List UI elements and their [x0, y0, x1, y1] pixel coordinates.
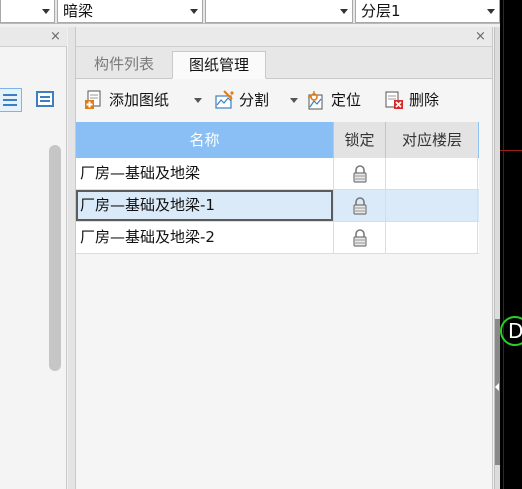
- layer-value: 分层1: [361, 2, 401, 20]
- left-panel-toolbar: [0, 87, 67, 115]
- table-header: 名称 锁定 对应楼层: [76, 122, 479, 158]
- close-icon[interactable]: ×: [475, 30, 486, 43]
- drawing-name-cell[interactable]: 厂房—基础及地梁-1: [76, 190, 333, 221]
- column-header-name[interactable]: 名称: [76, 122, 333, 158]
- canvas-grid-line: [503, 0, 504, 489]
- chevron-down-icon: [340, 9, 348, 14]
- left-panel-scrollbar[interactable]: [49, 145, 61, 371]
- card-view-icon[interactable]: [36, 91, 54, 107]
- split-label: 分割: [239, 91, 270, 109]
- component-subtype-value: 暗梁: [63, 2, 94, 20]
- add-drawing-button[interactable]: 添加图纸: [84, 89, 202, 111]
- component-type-combo[interactable]: [0, 0, 55, 23]
- add-drawing-icon: [85, 90, 101, 109]
- panel-splitter[interactable]: [68, 27, 75, 489]
- locate-label: 定位: [331, 91, 362, 109]
- close-icon[interactable]: ×: [50, 30, 61, 43]
- drawing-toolbar: 添加图纸 分割 定位 删除: [76, 80, 492, 120]
- layer-combo[interactable]: 分层1: [355, 0, 500, 23]
- locate-icon: [308, 91, 323, 110]
- drawing-management-panel: × 构件列表 图纸管理 添加图纸 分割 定位 删除 名称 锁定 对应楼层 厂房—…: [75, 27, 493, 489]
- column-header-floor[interactable]: 对应楼层: [385, 122, 478, 158]
- drawing-name-cell[interactable]: 厂房—基础及地梁-2: [76, 222, 333, 253]
- floor-cell[interactable]: [385, 190, 478, 221]
- list-view-icon[interactable]: [0, 88, 22, 112]
- left-panel-header: ×: [0, 27, 67, 47]
- chevron-down-icon: [290, 98, 298, 103]
- top-combo-bar: 暗梁 分层1: [0, 0, 500, 24]
- component-subtype-combo[interactable]: 暗梁: [57, 0, 203, 23]
- tab-component-list[interactable]: 构件列表: [76, 51, 172, 79]
- floor-cell[interactable]: [385, 222, 478, 253]
- chevron-down-icon: [190, 9, 198, 14]
- chevron-down-icon: [194, 98, 202, 103]
- chevron-left-icon: [495, 383, 499, 391]
- chevron-down-icon: [487, 9, 495, 14]
- delete-label: 删除: [409, 91, 440, 109]
- drawing-table: 名称 锁定 对应楼层 厂房—基础及地梁 厂房—基础及地梁-1 厂房—基础及地梁-…: [76, 122, 479, 254]
- delete-icon: [385, 91, 403, 109]
- delete-button[interactable]: 删除: [384, 89, 454, 111]
- drawing-canvas[interactable]: D: [500, 0, 522, 489]
- lock-cell[interactable]: [333, 190, 385, 221]
- lock-icon[interactable]: [352, 229, 368, 247]
- axis-line: [500, 150, 522, 151]
- tab-drawing-management[interactable]: 图纸管理: [172, 51, 266, 79]
- panel-header: ×: [76, 27, 492, 47]
- axis-label: D: [508, 319, 522, 343]
- add-drawing-label: 添加图纸: [109, 91, 170, 109]
- drawing-name-cell[interactable]: 厂房—基础及地梁: [76, 158, 333, 189]
- table-row[interactable]: 厂房—基础及地梁-1: [76, 190, 479, 222]
- column-header-lock[interactable]: 锁定: [333, 122, 385, 158]
- table-row[interactable]: 厂房—基础及地梁: [76, 158, 479, 190]
- split-icon: [215, 90, 234, 109]
- left-panel: ×: [0, 27, 67, 489]
- lock-cell[interactable]: [333, 158, 385, 189]
- locate-button[interactable]: 定位: [306, 89, 372, 111]
- chevron-down-icon: [42, 9, 50, 14]
- floor-cell[interactable]: [385, 158, 478, 189]
- split-button[interactable]: 分割: [214, 89, 298, 111]
- component-name-combo[interactable]: [205, 0, 353, 23]
- lock-cell[interactable]: [333, 222, 385, 253]
- lock-icon[interactable]: [352, 165, 368, 183]
- lock-icon[interactable]: [352, 197, 368, 215]
- panel-tabs: 构件列表 图纸管理: [76, 47, 492, 79]
- table-row[interactable]: 厂房—基础及地梁-2: [76, 222, 479, 254]
